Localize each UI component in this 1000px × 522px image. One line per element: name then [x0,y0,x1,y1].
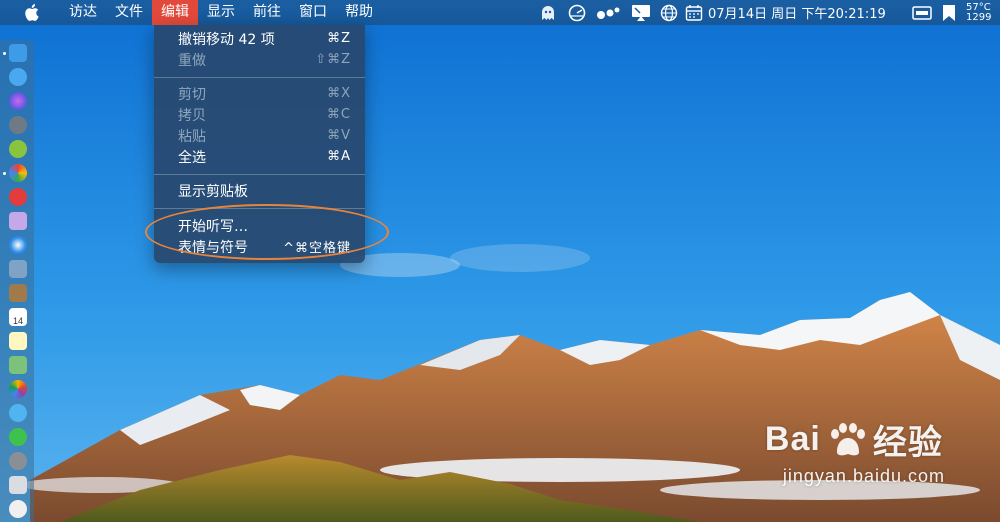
status-area: 07月14日 周日 下午20:21:19 57°C 1299 [534,0,1000,25]
menu-item-shortcut: ⌘Z [327,31,351,46]
menu-item-label: 显示剪贴板 [178,183,248,200]
siri-icon[interactable] [9,92,27,110]
ghost-icon[interactable] [534,0,562,25]
highlight-annotation-oval [145,204,389,260]
photos-icon[interactable] [9,380,27,398]
menu-item-label: 重做 [178,52,206,69]
watermark-suffix: 经验 [872,424,943,462]
android-icon[interactable] [9,140,27,158]
menu-edit[interactable]: 编辑 [152,0,198,25]
temperature-monitor[interactable]: 57°C 1299 [962,0,1000,25]
menu-file[interactable]: 文件 [106,0,152,25]
menu-item-copy[interactable]: 拷贝 ⌘C [154,104,365,125]
finder-icon[interactable] [9,44,27,62]
menu-item-label: 拷贝 [178,107,206,124]
menu-item-shortcut: ⌘C [326,107,351,122]
menu-item-label: 全选 [178,149,206,166]
apple-menu-icon[interactable] [22,4,40,22]
menu-item-paste[interactable]: 粘贴 ⌘V [154,125,365,146]
app-icon-purple[interactable] [9,212,27,230]
menu-item-cut[interactable]: 剪切 ⌘X [154,83,365,104]
calendar-icon[interactable] [682,0,706,25]
menu-item-shortcut: ⇧⌘Z [315,52,351,67]
menu-finder[interactable]: 访达 [60,0,106,25]
menu-item-show-clipboard[interactable]: 显示剪贴板 [154,180,365,201]
menu-item-undo[interactable]: 撤销移动 42 项 ⌘Z [154,28,365,49]
menu-help[interactable]: 帮助 [336,0,382,25]
maps-icon[interactable] [9,356,27,374]
paw-icon [830,422,865,455]
dock: 14 [0,40,34,522]
menu-item-redo[interactable]: 重做 ⇧⌘Z [154,49,365,70]
globe-icon[interactable] [656,0,682,25]
menu-item-label: 撤销移动 42 项 [178,31,275,48]
menu-item-shortcut: ⌘V [327,128,351,143]
system-preferences-icon[interactable] [9,452,27,470]
messages-icon[interactable] [9,404,27,422]
launchpad-icon[interactable] [9,116,27,134]
running-indicator [3,52,6,55]
notes-icon[interactable] [9,332,27,350]
menu-item-select-all[interactable]: 全选 ⌘A [154,146,365,167]
safari-icon[interactable] [9,236,27,254]
watermark-url: jingyan.baidu.com [782,466,945,486]
app-store-icon[interactable] [9,68,27,86]
menu-go[interactable]: 前往 [244,0,290,25]
chrome-icon[interactable] [9,164,27,182]
menu-item-label: 粘贴 [178,128,206,145]
menu-item-shortcut: ⌘X [327,86,351,101]
menu-item-label: 剪切 [178,86,206,103]
watermark-brand: Bai [764,420,821,458]
calendar-app-icon[interactable]: 14 [9,308,27,326]
bookmark-icon[interactable] [936,0,962,25]
baidu-jingyan-logo: Bai 经验 [765,415,945,464]
temperature-value: 57°C [966,1,991,13]
menu-separator [154,174,365,175]
calendar-day: 14 [12,316,23,326]
installer-icon[interactable] [9,476,27,494]
menu-bar: 访达 文件 编辑 显示 前往 窗口 帮助 07月14日 周日 下午20:21:1… [0,0,1000,25]
gauge-icon[interactable] [562,0,592,25]
preview-icon[interactable] [9,260,27,278]
menu-separator [154,77,365,78]
fan-rpm-value: 1299 [966,11,992,23]
running-indicator [3,172,6,175]
music-icon[interactable] [9,500,27,518]
menu-window[interactable]: 窗口 [290,0,336,25]
menu-item-shortcut: ⌘A [327,149,351,164]
notes-book-icon[interactable] [9,284,27,302]
baidu-watermark: Bai 经验 jingyan.baidu.com [765,415,945,487]
facetime-icon[interactable] [9,428,27,446]
app-icon-red[interactable] [9,188,27,206]
clock-text[interactable]: 07月14日 周日 下午20:21:19 [706,0,908,25]
airplay-display-icon[interactable] [626,0,656,25]
display-toggle-icon[interactable] [908,0,936,25]
activity-dots-icon[interactable] [592,0,626,25]
menu-view[interactable]: 显示 [198,0,244,25]
